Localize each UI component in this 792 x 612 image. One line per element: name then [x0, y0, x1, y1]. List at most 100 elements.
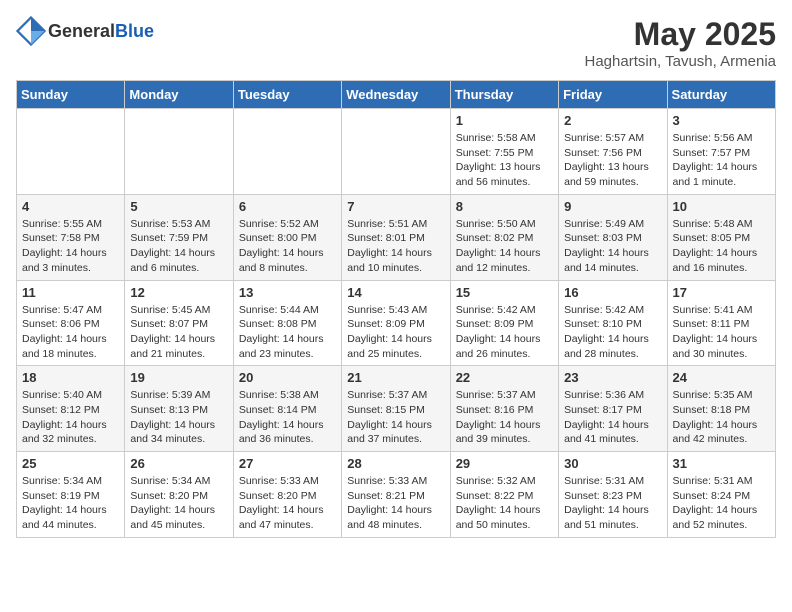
calendar-day: 13 Sunrise: 5:44 AMSunset: 8:08 PMDayligh… [233, 280, 341, 366]
calendar-day [125, 109, 233, 195]
day-number: 19 [130, 370, 227, 385]
logo-icon [16, 16, 46, 46]
logo-text: GeneralBlue [48, 21, 154, 42]
day-number: 7 [347, 199, 444, 214]
calendar-day: 6 Sunrise: 5:52 AMSunset: 8:00 PMDaylight… [233, 194, 341, 280]
day-info: Sunrise: 5:36 AMSunset: 8:17 PMDaylight:… [564, 388, 661, 447]
day-number: 6 [239, 199, 336, 214]
day-info: Sunrise: 5:55 AMSunset: 7:58 PMDaylight:… [22, 217, 119, 276]
day-number: 17 [673, 285, 770, 300]
day-number: 2 [564, 113, 661, 128]
day-number: 26 [130, 456, 227, 471]
day-info: Sunrise: 5:52 AMSunset: 8:00 PMDaylight:… [239, 217, 336, 276]
calendar-day: 9 Sunrise: 5:49 AMSunset: 8:03 PMDaylight… [559, 194, 667, 280]
day-number: 9 [564, 199, 661, 214]
day-number: 4 [22, 199, 119, 214]
day-info: Sunrise: 5:44 AMSunset: 8:08 PMDaylight:… [239, 303, 336, 362]
calendar-day: 26 Sunrise: 5:34 AMSunset: 8:20 PMDayligh… [125, 452, 233, 538]
calendar-day: 30Sunrise: 5:31 AMSunset: 8:23 PMDayligh… [559, 452, 667, 538]
day-info: Sunrise: 5:34 AMSunset: 8:20 PMDaylight:… [130, 474, 227, 533]
day-number: 28 [347, 456, 444, 471]
calendar-day [233, 109, 341, 195]
day-info: Sunrise: 5:35 AMSunset: 8:18 PMDaylight:… [673, 388, 770, 447]
location: Haghartsin, Tavush, Armenia [585, 53, 777, 70]
month-year: May 2025 [585, 16, 777, 53]
calendar-day: 7Sunrise: 5:51 AMSunset: 8:01 PMDaylight… [342, 194, 450, 280]
day-info: Sunrise: 5:43 AMSunset: 8:09 PMDaylight:… [347, 303, 444, 362]
calendar-day: 5 Sunrise: 5:53 AMSunset: 7:59 PMDaylight… [125, 194, 233, 280]
page-header: GeneralBlue May 2025 Haghartsin, Tavush,… [16, 16, 776, 70]
day-number: 18 [22, 370, 119, 385]
day-number: 13 [239, 285, 336, 300]
calendar-day: 21 Sunrise: 5:37 AMSunset: 8:15 PMDayligh… [342, 366, 450, 452]
calendar-day: 1Sunrise: 5:58 AMSunset: 7:55 PMDaylight… [450, 109, 558, 195]
calendar-day: 22 Sunrise: 5:37 AMSunset: 8:16 PMDayligh… [450, 366, 558, 452]
day-number: 29 [456, 456, 553, 471]
day-info: Sunrise: 5:49 AMSunset: 8:03 PMDaylight:… [564, 217, 661, 276]
calendar-week-3: 11Sunrise: 5:47 AMSunset: 8:06 PMDayligh… [17, 280, 776, 366]
day-info: Sunrise: 5:58 AMSunset: 7:55 PMDaylight:… [456, 131, 553, 190]
calendar-day: 31 Sunrise: 5:31 AMSunset: 8:24 PMDayligh… [667, 452, 775, 538]
calendar-day: 2Sunrise: 5:57 AMSunset: 7:56 PMDaylight… [559, 109, 667, 195]
day-number: 3 [673, 113, 770, 128]
calendar-week-1: 1Sunrise: 5:58 AMSunset: 7:55 PMDaylight… [17, 109, 776, 195]
day-info: Sunrise: 5:40 AMSunset: 8:12 PMDaylight:… [22, 388, 119, 447]
day-number: 21 [347, 370, 444, 385]
day-info: Sunrise: 5:38 AMSunset: 8:14 PMDaylight:… [239, 388, 336, 447]
day-info: Sunrise: 5:45 AMSunset: 8:07 PMDaylight:… [130, 303, 227, 362]
calendar-day: 15 Sunrise: 5:42 AMSunset: 8:09 PMDayligh… [450, 280, 558, 366]
weekday-header-tuesday: Tuesday [233, 81, 341, 109]
calendar-day [17, 109, 125, 195]
calendar-week-2: 4 Sunrise: 5:55 AMSunset: 7:58 PMDaylight… [17, 194, 776, 280]
day-number: 5 [130, 199, 227, 214]
day-number: 31 [673, 456, 770, 471]
day-info: Sunrise: 5:37 AMSunset: 8:15 PMDaylight:… [347, 388, 444, 447]
calendar-week-4: 18 Sunrise: 5:40 AMSunset: 8:12 PMDayligh… [17, 366, 776, 452]
day-info: Sunrise: 5:37 AMSunset: 8:16 PMDaylight:… [456, 388, 553, 447]
weekday-header-wednesday: Wednesday [342, 81, 450, 109]
calendar-day: 23Sunrise: 5:36 AMSunset: 8:17 PMDayligh… [559, 366, 667, 452]
calendar-day: 10Sunrise: 5:48 AMSunset: 8:05 PMDayligh… [667, 194, 775, 280]
calendar-day: 27 Sunrise: 5:33 AMSunset: 8:20 PMDayligh… [233, 452, 341, 538]
weekday-header-thursday: Thursday [450, 81, 558, 109]
calendar-day: 14 Sunrise: 5:43 AMSunset: 8:09 PMDayligh… [342, 280, 450, 366]
day-number: 22 [456, 370, 553, 385]
day-number: 27 [239, 456, 336, 471]
day-number: 24 [673, 370, 770, 385]
day-info: Sunrise: 5:50 AMSunset: 8:02 PMDaylight:… [456, 217, 553, 276]
calendar-day: 11Sunrise: 5:47 AMSunset: 8:06 PMDayligh… [17, 280, 125, 366]
day-info: Sunrise: 5:33 AMSunset: 8:20 PMDaylight:… [239, 474, 336, 533]
day-info: Sunrise: 5:47 AMSunset: 8:06 PMDaylight:… [22, 303, 119, 362]
calendar-day: 24 Sunrise: 5:35 AMSunset: 8:18 PMDayligh… [667, 366, 775, 452]
calendar-day: 4 Sunrise: 5:55 AMSunset: 7:58 PMDaylight… [17, 194, 125, 280]
day-info: Sunrise: 5:34 AMSunset: 8:19 PMDaylight:… [22, 474, 119, 533]
day-info: Sunrise: 5:42 AMSunset: 8:09 PMDaylight:… [456, 303, 553, 362]
calendar-day: 17 Sunrise: 5:41 AMSunset: 8:11 PMDayligh… [667, 280, 775, 366]
day-number: 15 [456, 285, 553, 300]
day-info: Sunrise: 5:48 AMSunset: 8:05 PMDaylight:… [673, 217, 770, 276]
weekday-header-sunday: Sunday [17, 81, 125, 109]
day-number: 25 [22, 456, 119, 471]
calendar-day: 12Sunrise: 5:45 AMSunset: 8:07 PMDayligh… [125, 280, 233, 366]
calendar-day: 8 Sunrise: 5:50 AMSunset: 8:02 PMDaylight… [450, 194, 558, 280]
calendar-day: 3 Sunrise: 5:56 AMSunset: 7:57 PMDaylight… [667, 109, 775, 195]
calendar-day: 19Sunrise: 5:39 AMSunset: 8:13 PMDayligh… [125, 366, 233, 452]
logo: GeneralBlue [16, 16, 154, 46]
day-number: 14 [347, 285, 444, 300]
calendar-day: 28 Sunrise: 5:33 AMSunset: 8:21 PMDayligh… [342, 452, 450, 538]
day-info: Sunrise: 5:53 AMSunset: 7:59 PMDaylight:… [130, 217, 227, 276]
day-info: Sunrise: 5:33 AMSunset: 8:21 PMDaylight:… [347, 474, 444, 533]
day-number: 16 [564, 285, 661, 300]
weekday-header-row: SundayMondayTuesdayWednesdayThursdayFrid… [17, 81, 776, 109]
weekday-header-saturday: Saturday [667, 81, 775, 109]
day-info: Sunrise: 5:56 AMSunset: 7:57 PMDaylight:… [673, 131, 770, 190]
calendar-week-5: 25 Sunrise: 5:34 AMSunset: 8:19 PMDayligh… [17, 452, 776, 538]
day-number: 8 [456, 199, 553, 214]
day-info: Sunrise: 5:41 AMSunset: 8:11 PMDaylight:… [673, 303, 770, 362]
calendar-day: 29Sunrise: 5:32 AMSunset: 8:22 PMDayligh… [450, 452, 558, 538]
weekday-header-monday: Monday [125, 81, 233, 109]
calendar-day: 20 Sunrise: 5:38 AMSunset: 8:14 PMDayligh… [233, 366, 341, 452]
day-number: 20 [239, 370, 336, 385]
calendar-day: 16Sunrise: 5:42 AMSunset: 8:10 PMDayligh… [559, 280, 667, 366]
day-info: Sunrise: 5:31 AMSunset: 8:24 PMDaylight:… [673, 474, 770, 533]
